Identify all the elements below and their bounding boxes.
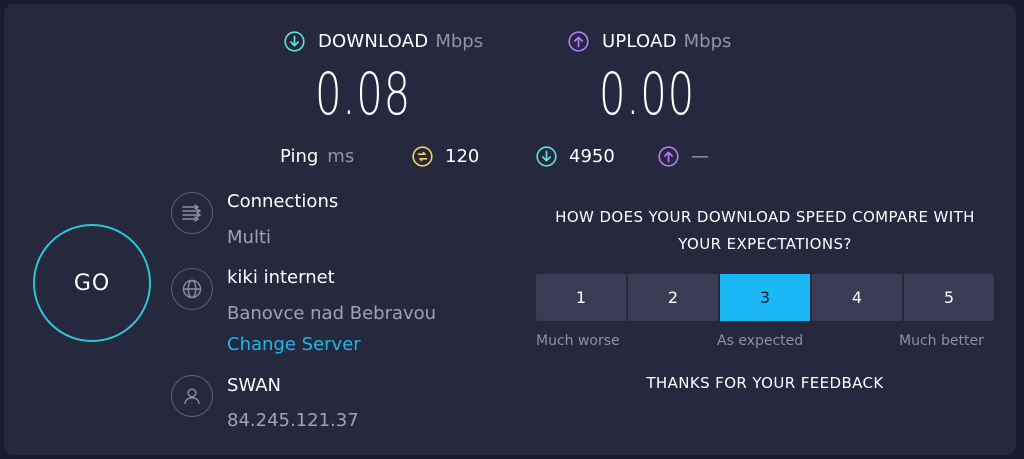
scale-label-low: Much worse: [536, 333, 620, 349]
ping-idle-value: 120: [445, 145, 480, 167]
connections-icon: [171, 192, 213, 234]
download-value: 0.08: [315, 60, 411, 128]
download-unit: Mbps: [435, 30, 484, 52]
upload-latency-icon: [658, 145, 679, 167]
connections-title: Connections: [227, 191, 339, 212]
user-icon: [171, 375, 213, 417]
ping-download: 4950: [536, 143, 615, 169]
ping-upload-value: —: [691, 145, 709, 167]
rating-scale: 1 2 3 4 5: [536, 274, 994, 321]
ping-label: Ping: [280, 145, 319, 167]
upload-value: 0.00: [599, 60, 695, 128]
ping-idle: 120: [412, 143, 479, 169]
ping-unit: ms: [327, 145, 355, 167]
upload-label: UPLOAD: [602, 30, 677, 52]
idle-latency-icon: [412, 145, 433, 167]
globe-icon: [171, 268, 213, 310]
rating-option-4[interactable]: 4: [812, 274, 902, 321]
download-metric: DOWNLOAD Mbps: [284, 28, 483, 54]
scale-label-high: Much better: [899, 333, 984, 349]
server-location: Banovce nad Bebravou: [227, 303, 437, 324]
ping-upload: —: [658, 143, 709, 169]
scale-label-mid: As expected: [717, 333, 804, 349]
rating-option-2[interactable]: 2: [628, 274, 718, 321]
rating-option-5[interactable]: 5: [904, 274, 994, 321]
rating-option-3[interactable]: 3: [720, 274, 810, 321]
provider-title: SWAN: [227, 375, 282, 396]
upload-arrow-icon: [568, 30, 589, 52]
download-arrow-icon: [284, 30, 305, 52]
rating-option-1[interactable]: 1: [536, 274, 626, 321]
survey-question: HOW DOES YOUR DOWNLOAD SPEED COMPARE WIT…: [555, 208, 975, 253]
feedback-thanks: THANKS FOR YOUR FEEDBACK: [646, 374, 884, 392]
ping-download-value: 4950: [569, 145, 615, 167]
provider-ip: 84.245.121.37: [227, 410, 359, 431]
server-title: kiki internet: [227, 267, 335, 288]
connections-value: Multi: [227, 227, 271, 248]
download-latency-icon: [536, 145, 557, 167]
upload-metric: UPLOAD Mbps: [568, 28, 731, 54]
go-button[interactable]: GO: [33, 224, 151, 342]
results-panel: DOWNLOAD Mbps 0.08 UPLOAD Mbps 0.00 Ping…: [4, 4, 1016, 455]
ping-row: Ping ms: [280, 143, 354, 169]
download-label: DOWNLOAD: [318, 30, 429, 52]
upload-unit: Mbps: [683, 30, 732, 52]
change-server-link[interactable]: Change Server: [227, 334, 361, 355]
